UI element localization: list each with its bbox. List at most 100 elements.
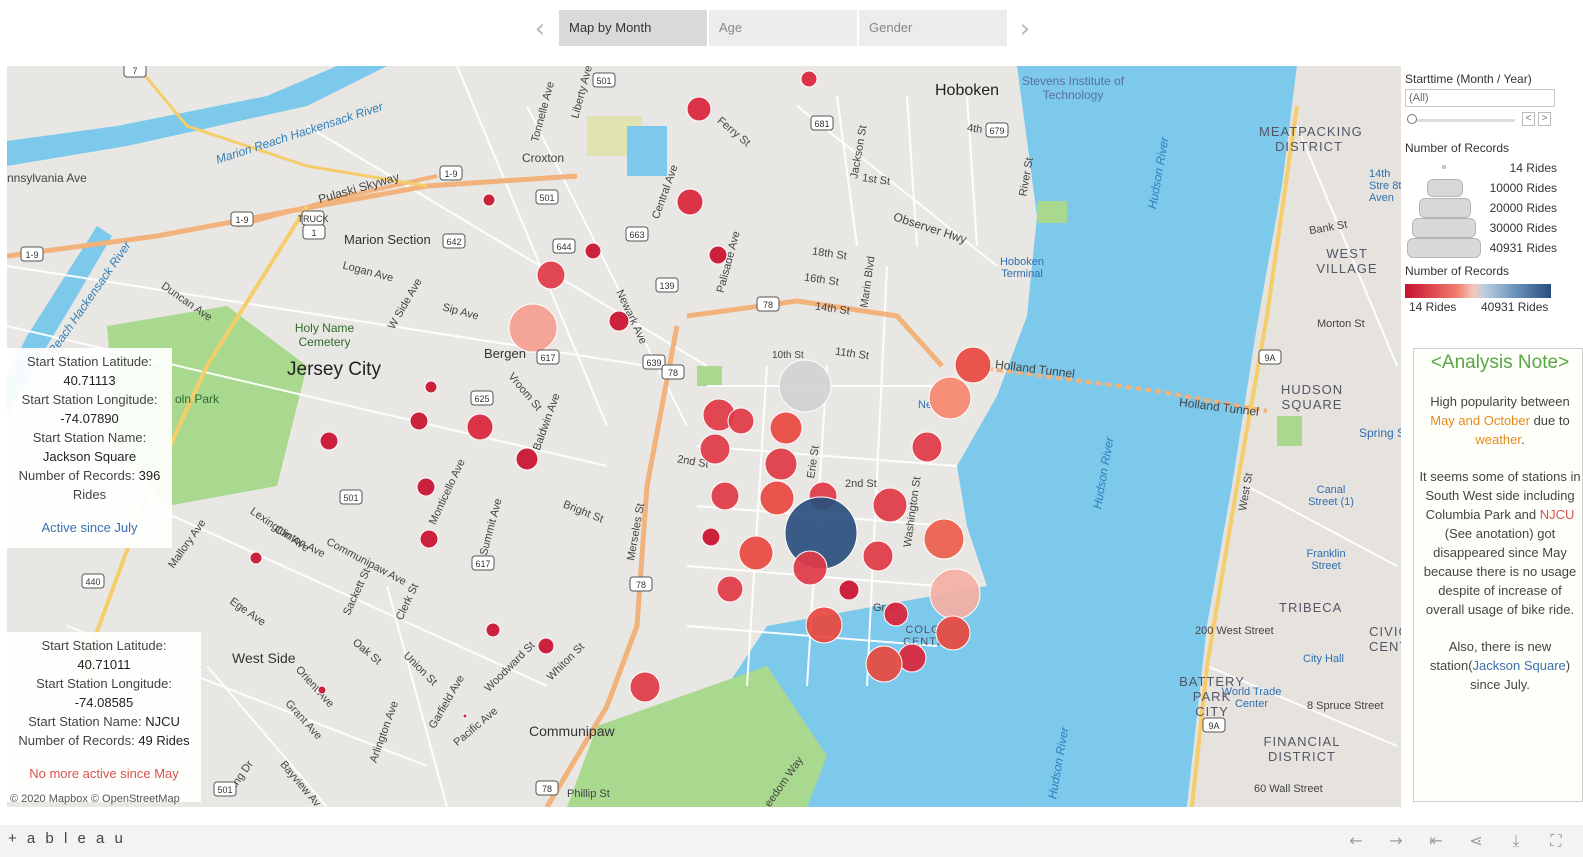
svg-text:644: 644 (556, 242, 571, 252)
station-bubble[interactable] (935, 615, 971, 651)
station-bubble[interactable] (416, 477, 436, 497)
station-bubble[interactable] (462, 713, 468, 719)
undo-icon[interactable]: ← (1346, 831, 1366, 851)
station-bubble[interactable] (584, 242, 602, 260)
station-bubble[interactable] (629, 671, 661, 703)
station-bubble[interactable] (537, 637, 555, 655)
svg-text:78: 78 (542, 784, 552, 794)
story-point-map-by-month[interactable]: Map by Month (559, 10, 707, 46)
station-bubble[interactable] (482, 193, 496, 207)
station-bubble[interactable] (764, 447, 798, 481)
station-bubble[interactable] (608, 310, 630, 332)
station-bubble[interactable] (727, 407, 755, 435)
slider-track[interactable] (1411, 119, 1515, 122)
svg-text:78: 78 (668, 368, 678, 378)
station-bubble[interactable] (778, 359, 832, 413)
station-bubble[interactable] (710, 481, 740, 511)
station-bubble[interactable] (409, 411, 429, 431)
station-bubble[interactable] (862, 540, 894, 572)
highway-shield-icon: 7 (123, 66, 147, 78)
svg-text:501: 501 (343, 493, 358, 503)
station-bubble[interactable] (708, 245, 728, 265)
map-copyright[interactable]: © 2020 Mapbox © OpenStreetMap (10, 793, 180, 805)
station-bubble[interactable] (686, 96, 712, 122)
station-bubble[interactable] (883, 601, 909, 627)
station-bubbles[interactable]: 7 1-9 1-9 1-9 501 501 501 501 642 644 663 625 617 617… (7, 66, 1401, 807)
station-bubble[interactable] (792, 550, 828, 586)
size-swatch (1442, 165, 1446, 169)
highway-shield-icon: 1-9 (439, 165, 463, 181)
highway-shield-icon: 1-9 (20, 246, 44, 262)
station-bubble[interactable] (929, 568, 981, 620)
station-bubble[interactable] (928, 376, 972, 420)
story-point-gender[interactable]: Gender (859, 10, 1007, 46)
fullscreen-icon[interactable]: ⛶ (1546, 831, 1566, 851)
size-legend-label: 20000 Rides (1489, 201, 1557, 215)
station-bubble[interactable] (249, 551, 263, 565)
tooltip-lon-value: -74.08585 (74, 695, 134, 710)
highway-shield-icon: 501 (213, 781, 237, 797)
station-bubble[interactable] (716, 575, 744, 603)
station-bubble[interactable] (466, 413, 494, 441)
station-bubble[interactable] (485, 622, 501, 638)
station-bubble[interactable] (738, 535, 774, 571)
station-bubble[interactable] (800, 70, 818, 88)
note-highlight: May and October (1430, 413, 1530, 428)
tooltip-records-label: Number of Records: (18, 468, 135, 483)
tooltip-note: Active since July (41, 520, 138, 535)
month-slider[interactable]: < > (1405, 111, 1555, 129)
svg-text:1-9: 1-9 (25, 250, 38, 260)
story-point-age[interactable]: Age (709, 10, 857, 46)
station-bubble[interactable] (838, 579, 860, 601)
size-legend-item: 40931 Rides (1405, 238, 1583, 258)
revert-icon[interactable]: ⇤ (1426, 831, 1446, 851)
station-bubble[interactable] (769, 411, 803, 445)
tooltip-records-label: Number of Records: (18, 733, 135, 748)
station-bubble[interactable] (699, 433, 731, 465)
svg-text:7: 7 (132, 66, 137, 76)
color-legend-ramp (1405, 284, 1551, 298)
station-bubble[interactable] (805, 606, 843, 644)
station-bubble[interactable] (872, 487, 908, 523)
station-bubble[interactable] (923, 518, 965, 560)
redo-icon[interactable]: → (1386, 831, 1406, 851)
highway-shield-icon: 679 (985, 122, 1009, 138)
station-bubble[interactable] (424, 380, 438, 394)
station-bubble[interactable] (954, 346, 992, 384)
svg-text:440: 440 (85, 577, 100, 587)
station-bubble[interactable] (759, 480, 795, 516)
slider-prev-button[interactable]: < (1522, 112, 1535, 126)
tooltip-note: No more active since May (29, 766, 179, 781)
share-icon[interactable]: ⋖ (1466, 831, 1486, 851)
slider-next-button[interactable]: > (1538, 112, 1551, 126)
station-bubble[interactable] (508, 303, 558, 353)
station-bubble[interactable] (701, 527, 721, 547)
highway-shield-icon: 78 (756, 296, 780, 312)
tooltip-name-value: Jackson Square (42, 449, 137, 464)
highway-shield-icon: 617 (536, 349, 560, 365)
station-bubble[interactable] (536, 260, 566, 290)
chevron-right-icon[interactable]: › (1015, 14, 1035, 44)
station-bubble[interactable] (419, 529, 439, 549)
svg-text:9A: 9A (1208, 721, 1219, 731)
station-bubble[interactable] (897, 643, 927, 673)
map-view[interactable]: Croxton Hoboken Stevens Institute of Tec… (7, 66, 1401, 807)
svg-text:679: 679 (989, 126, 1004, 136)
analysis-note-title: <Analysis Note> (1430, 352, 1570, 373)
station-bubble[interactable] (319, 431, 339, 451)
station-bubble[interactable] (317, 685, 327, 695)
chevron-left-icon[interactable]: ‹ (530, 14, 550, 44)
note-text: . (1520, 432, 1525, 447)
station-bubble[interactable] (865, 645, 903, 683)
station-bubble[interactable] (911, 431, 943, 463)
download-icon[interactable]: ⤓ (1506, 831, 1526, 851)
color-legend-labels: 14 Rides 40931 Rides (1405, 300, 1551, 316)
color-legend-max: 40931 Rides (1481, 300, 1549, 314)
month-filter-dropdown[interactable]: (All) (1405, 89, 1555, 107)
tableau-logo[interactable]: + a b l e a u (8, 830, 126, 847)
slider-thumb[interactable] (1407, 114, 1417, 124)
note-highlight: Jackson Square (1472, 658, 1566, 673)
station-bubble[interactable] (676, 188, 704, 216)
station-bubble[interactable] (515, 447, 539, 471)
highway-shield-icon: TRUCK (298, 210, 329, 226)
